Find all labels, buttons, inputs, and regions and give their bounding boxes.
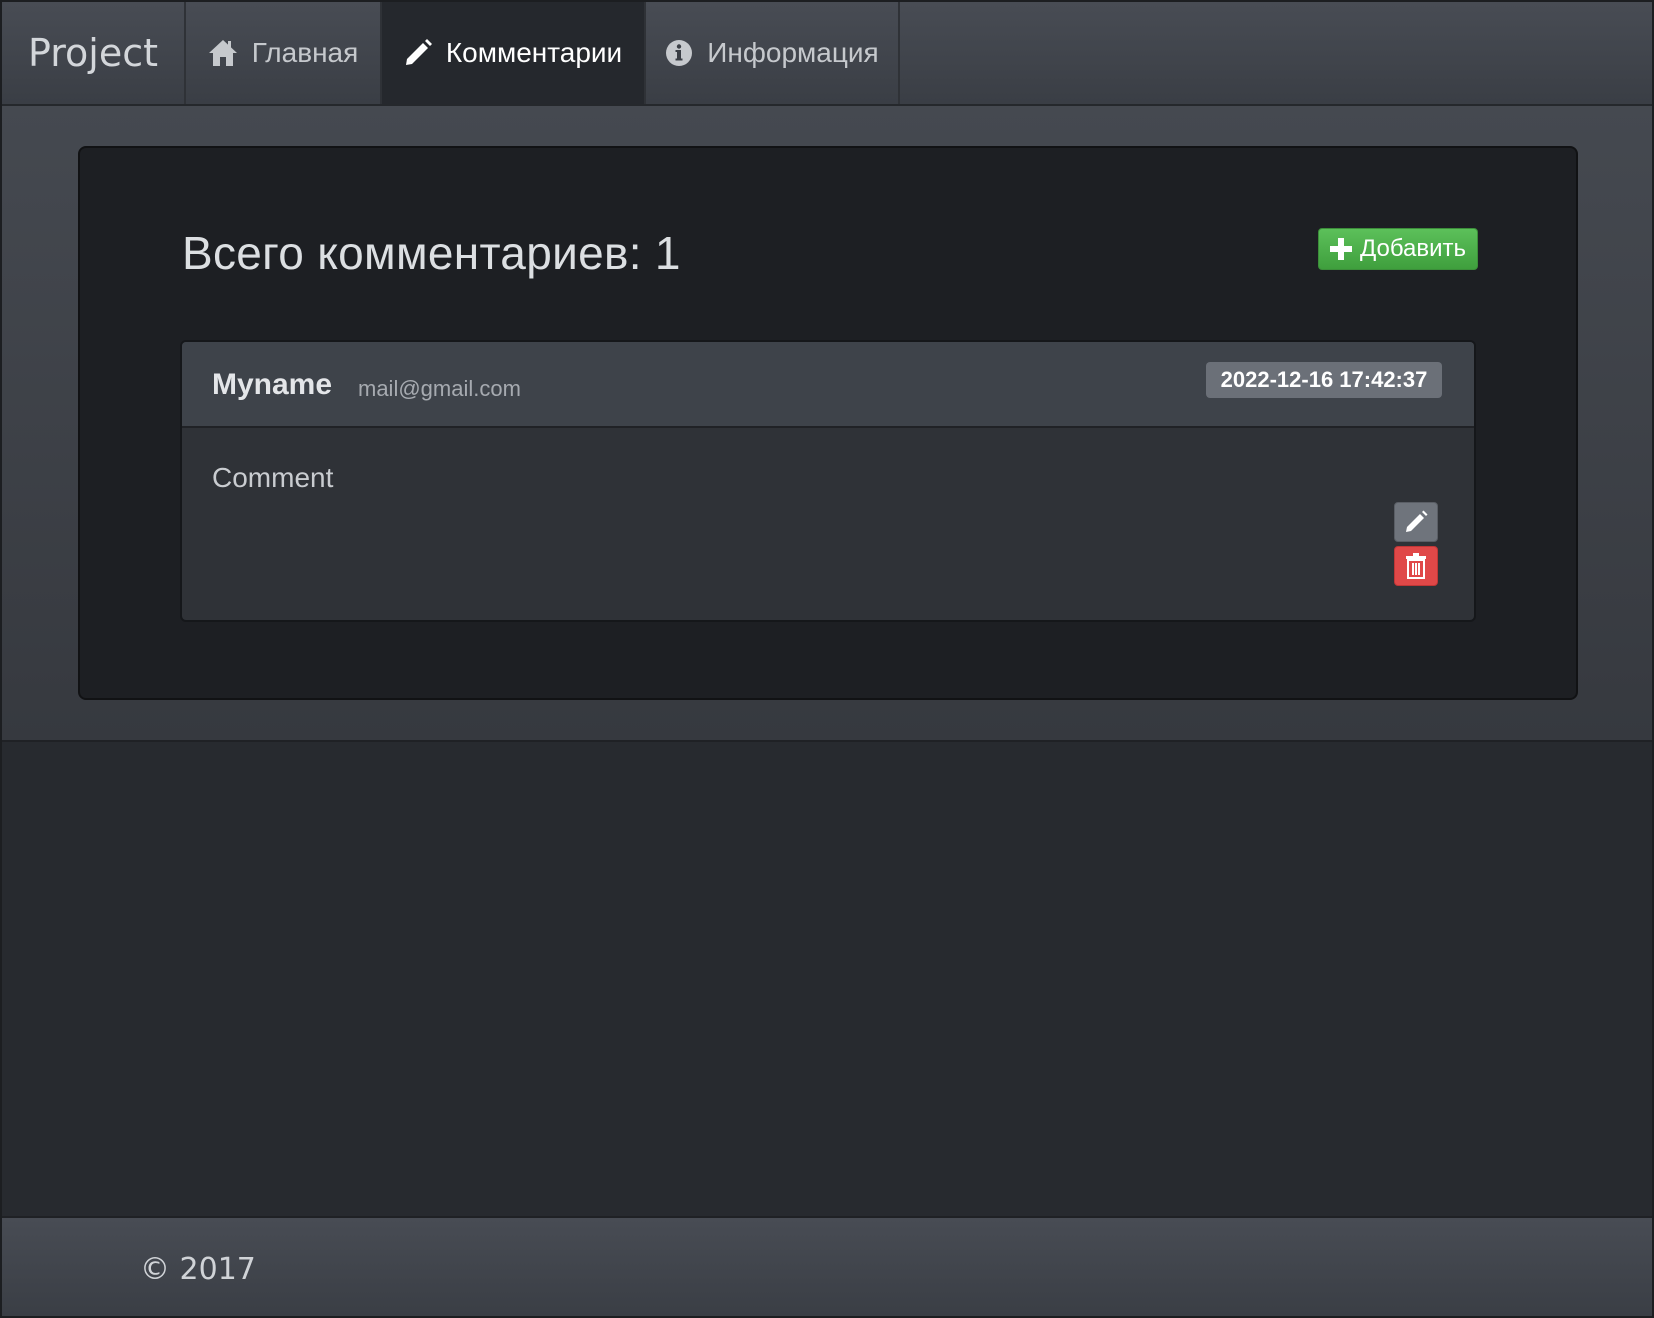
add-comment-button[interactable]: Добавить (1318, 228, 1478, 270)
brand-link[interactable]: Project (2, 2, 186, 104)
comment-text: Comment (212, 462, 334, 493)
page-title: Всего комментариев: 1 (182, 227, 681, 279)
nav-item-info[interactable]: Информация (646, 2, 900, 104)
comment-header: Myname mail@gmail.com 2022-12-16 17:42:3… (182, 342, 1474, 428)
comments-panel: Всего комментариев: 1 Добавить Myname ma… (78, 146, 1578, 700)
comment-date-badge: 2022-12-16 17:42:37 (1206, 362, 1442, 398)
plus-icon (1329, 238, 1352, 260)
delete-comment-button[interactable] (1394, 546, 1438, 586)
edit-comment-button[interactable] (1394, 502, 1438, 542)
comment-card: Myname mail@gmail.com 2022-12-16 17:42:3… (180, 340, 1476, 622)
nav-item-home-label: Главная (251, 37, 359, 68)
navbar: Project Главная Комментарии Информация (2, 2, 1652, 106)
nav-item-info-label: Информация (707, 37, 879, 68)
info-icon (665, 39, 693, 67)
home-icon (208, 39, 238, 67)
pencil-icon (1404, 510, 1428, 534)
comment-email: mail@gmail.com (358, 376, 521, 401)
comment-author: Myname (212, 368, 333, 401)
footer: © 2017 (2, 1216, 1652, 1316)
content-band: Всего комментариев: 1 Добавить Myname ma… (2, 106, 1652, 742)
copyright-text: © 2017 (140, 1252, 256, 1287)
nav-item-comments[interactable]: Комментарии (382, 2, 646, 104)
add-comment-button-label: Добавить (1359, 235, 1467, 262)
pencil-icon (404, 39, 432, 67)
nav-item-home[interactable]: Главная (186, 2, 382, 104)
trash-icon (1405, 553, 1427, 579)
nav-item-comments-label: Комментарии (445, 37, 623, 68)
page: Project Главная Комментарии Информация В… (0, 0, 1654, 1318)
